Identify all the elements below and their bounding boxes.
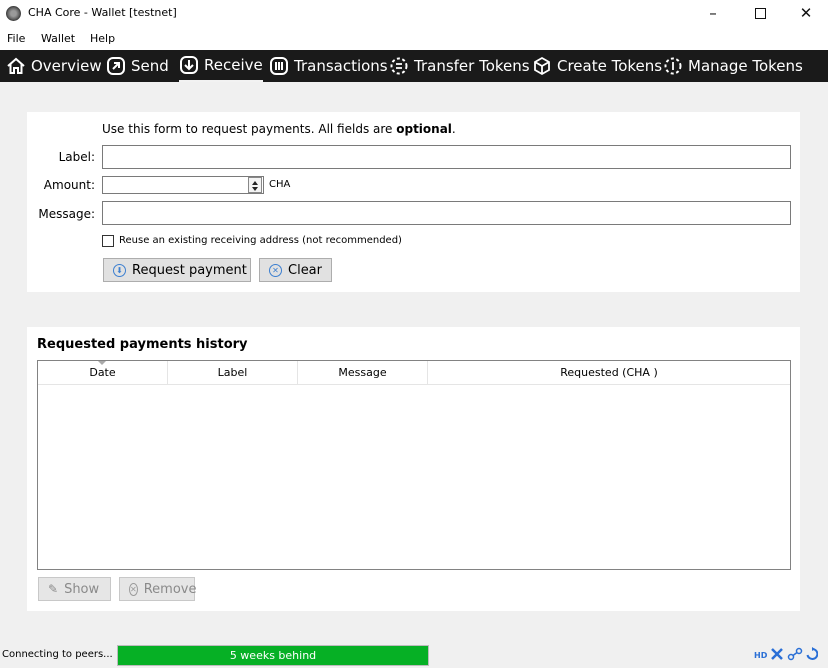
intro-text: Use this form to request payments. All f… (102, 122, 397, 136)
menu-file[interactable]: File (7, 32, 25, 45)
clear-x-icon: ✕ (269, 263, 282, 277)
title-bar: CHA Core - Wallet [testnet] – ✕ (0, 0, 828, 28)
tab-create-tokens-label: Create Tokens (557, 57, 663, 75)
pencil-icon: ✎ (48, 582, 59, 596)
remove-button[interactable]: ✕ Remove (119, 577, 197, 601)
tab-send[interactable]: Send (106, 50, 169, 82)
amount-unit: CHA (269, 179, 291, 190)
clear-button[interactable]: ✕ Clear (259, 258, 332, 282)
show-button[interactable]: ✎ Show (38, 577, 111, 601)
manage-tokens-icon (663, 56, 683, 76)
status-bar: Connecting to peers... 5 weeks behind HD (0, 642, 828, 668)
app-logo-icon (6, 6, 21, 21)
reuse-address-checkbox[interactable] (102, 235, 114, 247)
transactions-icon (269, 56, 289, 76)
progress-text: 5 weeks behind (229, 649, 317, 662)
maximize-button[interactable] (737, 2, 783, 26)
hd-icon: HD (754, 651, 768, 660)
window-title: CHA Core - Wallet [testnet] (28, 6, 177, 19)
request-payment-button[interactable]: ⬇ Request payment (103, 258, 251, 282)
reuse-address-label: Reuse an existing receiving address (not… (119, 235, 402, 246)
form-intro: Use this form to request payments. All f… (102, 122, 456, 136)
message-field-label: Message: (38, 207, 95, 221)
cube-icon (532, 56, 552, 76)
sort-arrow-icon (98, 361, 106, 365)
tab-create-tokens[interactable]: Create Tokens (532, 50, 662, 82)
minimize-button[interactable]: – (690, 2, 736, 26)
payment-history-panel: Requested payments history Date Label Me… (27, 327, 800, 611)
tab-send-label: Send (131, 57, 169, 75)
intro-optional: optional (396, 122, 452, 136)
spin-up-icon (252, 181, 258, 185)
table-header: Date Label Message Requested (CHA ) (38, 361, 790, 385)
tab-transfer-tokens-label: Transfer Tokens (414, 57, 530, 75)
history-title: Requested payments history (37, 337, 248, 352)
label-input[interactable] (102, 145, 791, 169)
tab-manage-tokens[interactable]: Manage Tokens (663, 50, 803, 82)
spin-down-icon (252, 187, 258, 191)
tab-overview[interactable]: Overview (6, 50, 102, 82)
column-requested[interactable]: Requested (CHA ) (428, 361, 790, 385)
tab-overview-label: Overview (31, 57, 102, 75)
label-field-label: Label: (58, 150, 95, 164)
amount-field-label: Amount: (43, 178, 95, 192)
receive-circle-icon: ⬇ (113, 263, 126, 277)
column-label[interactable]: Label (168, 361, 298, 385)
main-toolbar: Overview Send Receive Transactions Trans… (0, 50, 828, 82)
tab-transfer-tokens[interactable]: Transfer Tokens (389, 50, 530, 82)
receive-arrow-icon (179, 55, 199, 75)
remove-label: Remove (143, 581, 197, 597)
remove-x-icon: ✕ (129, 582, 138, 596)
menu-wallet[interactable]: Wallet (41, 32, 75, 45)
close-button[interactable]: ✕ (783, 2, 828, 26)
send-arrow-icon (106, 56, 126, 76)
history-table[interactable]: Date Label Message Requested (CHA ) (37, 360, 791, 570)
column-message[interactable]: Message (298, 361, 428, 385)
amount-input[interactable] (102, 176, 264, 194)
syncing-icon (806, 647, 819, 664)
tab-receive-label: Receive (204, 56, 263, 74)
transfer-tokens-icon (389, 56, 409, 76)
tab-receive[interactable]: Receive (179, 50, 263, 82)
connections-icon (787, 647, 803, 664)
amount-spinner[interactable] (248, 177, 262, 193)
network-disconnected-icon (770, 647, 784, 664)
column-date-label: Date (89, 366, 116, 379)
intro-suffix: . (451, 122, 456, 136)
tab-transactions-label: Transactions (294, 57, 388, 75)
show-label: Show (64, 581, 100, 597)
home-icon (6, 56, 26, 76)
request-payment-label: Request payment (132, 262, 247, 278)
column-date[interactable]: Date (38, 361, 168, 385)
menu-help[interactable]: Help (90, 32, 115, 45)
request-form-panel: Use this form to request payments. All f… (27, 112, 800, 292)
menu-bar: File Wallet Help (0, 28, 828, 50)
tab-manage-tokens-label: Manage Tokens (688, 57, 803, 75)
message-input[interactable] (102, 201, 791, 225)
status-text: Connecting to peers... (2, 649, 113, 660)
clear-label: Clear (288, 262, 322, 278)
sync-progress-bar: 5 weeks behind (117, 645, 429, 666)
status-icons: HD (754, 647, 819, 664)
tab-transactions[interactable]: Transactions (269, 50, 388, 82)
